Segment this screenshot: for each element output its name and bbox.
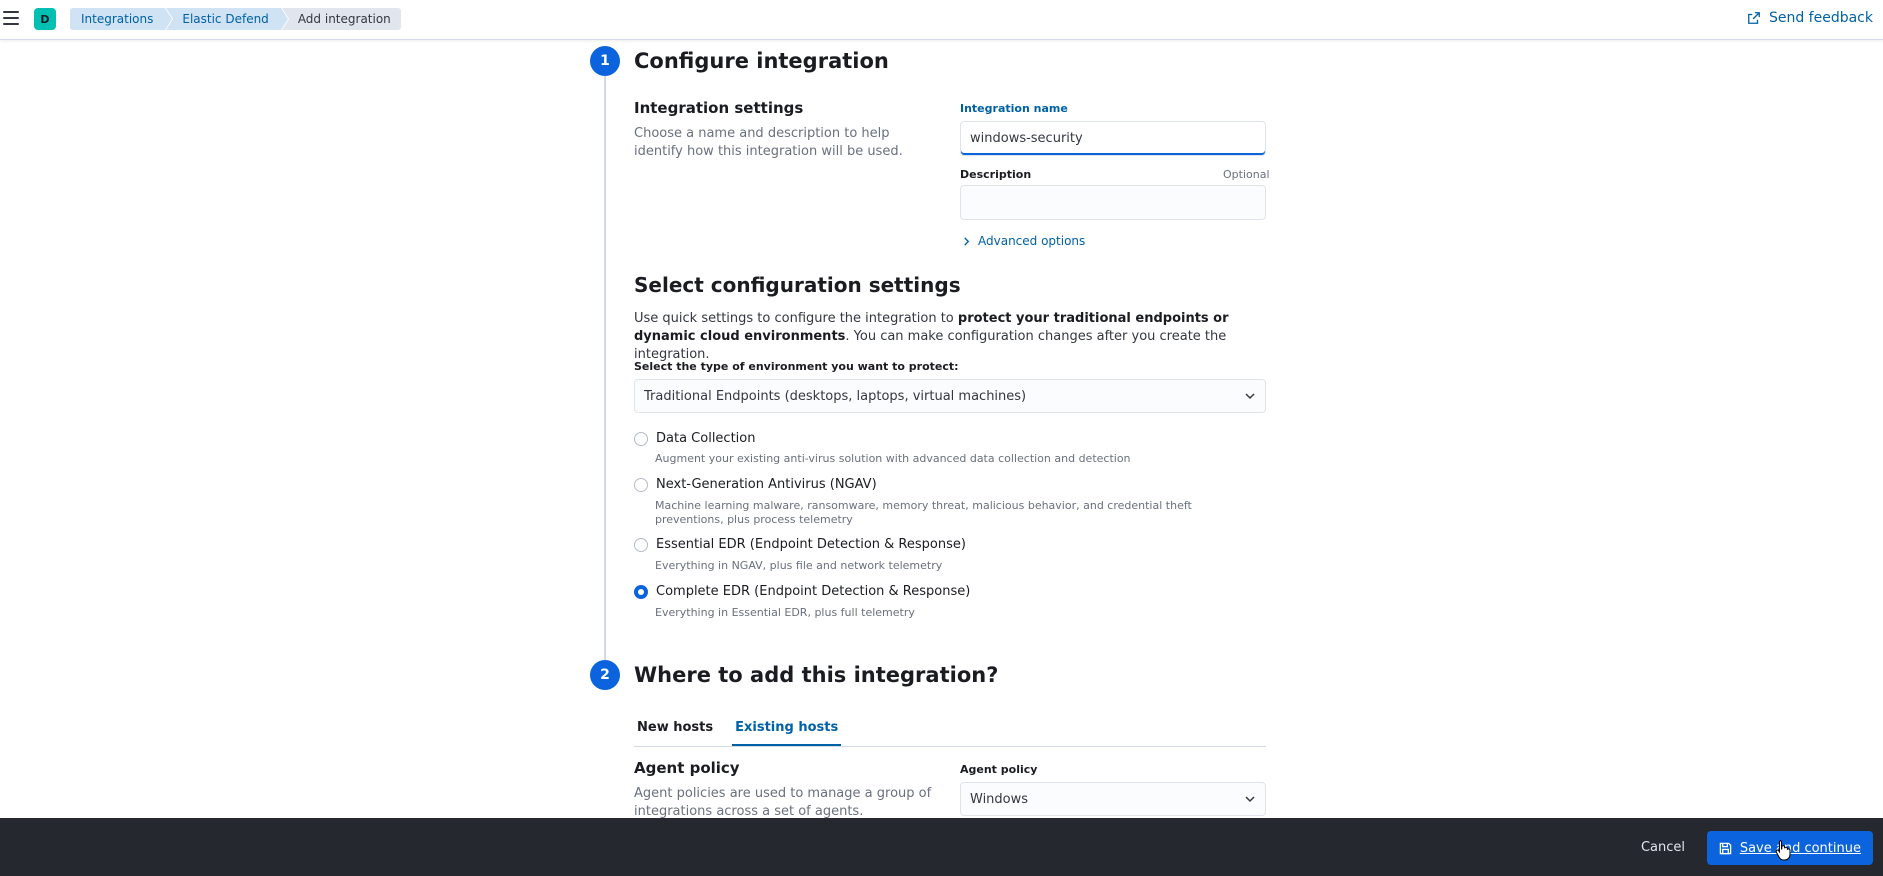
radio-data-collection[interactable]: Data Collection [634,431,755,446]
cancel-button[interactable]: Cancel [1641,840,1685,855]
radio-essential-edr[interactable]: Essential EDR (Endpoint Detection & Resp… [634,537,966,552]
integration-name-label: Integration name [960,102,1068,115]
radio-description: Everything in NGAV, plus file and networ… [655,559,943,572]
advanced-options-label: Advanced options [978,234,1086,248]
radio-description: Augment your existing anti-virus solutio… [655,452,1131,465]
radio-label: Data Collection [656,431,756,446]
config-settings-paragraph: Use quick settings to configure the inte… [634,310,1254,364]
environment-type-select[interactable]: Traditional Endpoints (desktops, laptops… [634,379,1266,413]
breadcrumb-integrations[interactable]: Integrations [70,8,173,30]
integration-name-input[interactable]: windows-security [960,121,1266,156]
top-header: D Integrations Elastic Defend Add integr… [0,0,1883,40]
description-input[interactable] [960,185,1266,220]
agent-policy-heading: Agent policy [634,759,740,777]
radio-ngav[interactable]: Next-Generation Antivirus (NGAV) [634,477,877,492]
radio-button-checked[interactable] [634,584,648,599]
agent-policy-label: Agent policy [960,763,1038,776]
integration-settings-heading: Integration settings [634,99,804,117]
tab-new-hosts[interactable]: New hosts [634,714,716,746]
radio-button[interactable] [634,477,648,492]
host-tabs: New hosts Existing hosts [634,714,1266,747]
tab-existing-hosts[interactable]: Existing hosts [732,714,842,746]
radio-description: Machine learning malware, ransomware, me… [655,499,1192,526]
integration-settings-description: Choose a name and description to help id… [634,126,903,159]
agent-policy-description: Agent policies are used to manage a grou… [634,786,932,819]
breadcrumb: Integrations Elastic Defend Add integrat… [70,8,402,30]
step-1-badge: 1 [590,46,620,76]
config-para-text-1: Use quick settings to configure the inte… [634,311,958,326]
advanced-options-toggle[interactable]: Advanced options [962,234,1085,248]
send-feedback-link[interactable]: Send feedback [1747,10,1873,26]
save-icon [1719,842,1732,854]
chevron-down-icon [1245,393,1255,400]
config-settings-heading: Select configuration settings [634,273,961,297]
radio-complete-edr[interactable]: Complete EDR (Endpoint Detection & Respo… [634,584,970,599]
step-2-title: Where to add this integration? [634,663,999,687]
bottom-action-bar: Cancel Save and continue [0,818,1883,876]
external-link-icon [1748,12,1760,24]
environment-type-label: Select the type of environment you want … [634,360,959,373]
description-label: Description [960,168,1032,181]
step-2-badge: 2 [590,660,620,690]
hand-pointer-cursor-icon [1775,840,1791,861]
steps-connector [604,74,606,662]
send-feedback-label: Send feedback [1768,10,1873,26]
chevron-right-icon [964,236,970,246]
radio-label: Essential EDR (Endpoint Detection & Resp… [656,537,966,552]
step-1-title: Configure integration [634,49,889,73]
breadcrumb-elastic-defend[interactable]: Elastic Defend [166,8,289,30]
chevron-down-icon [1245,796,1255,803]
description-optional-label: Optional [1223,168,1270,181]
radio-button[interactable] [634,431,648,446]
radio-label: Next-Generation Antivirus (NGAV) [656,477,877,492]
agent-policy-value: Windows [970,791,1029,807]
breadcrumb-add-integration: Add integration [281,8,401,30]
radio-label: Complete EDR (Endpoint Detection & Respo… [656,584,971,599]
save-and-continue-label: Save and continue [1739,840,1861,856]
radio-button[interactable] [634,537,648,552]
space-avatar[interactable]: D [34,8,56,30]
agent-policy-select[interactable]: Windows [960,782,1266,816]
environment-type-value: Traditional Endpoints (desktops, laptops… [644,388,1027,404]
hamburger-menu-icon[interactable] [2,9,20,27]
radio-description: Everything in Essential EDR, plus full t… [655,606,915,619]
